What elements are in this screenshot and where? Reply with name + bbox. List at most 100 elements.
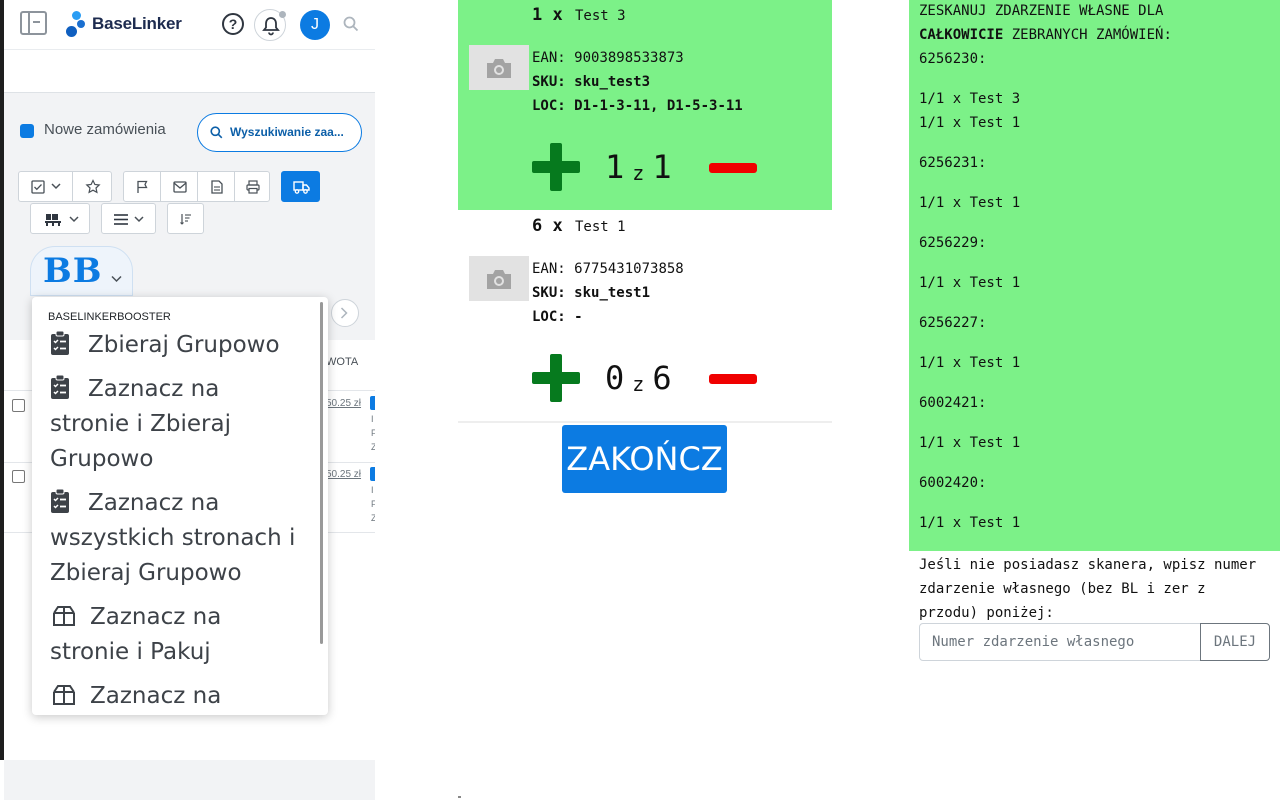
loc-value: - [574,309,583,325]
select-dropdown-button[interactable] [18,171,73,202]
order-status-filter-label[interactable]: Nowe zamówienia [44,121,166,138]
menu-item-label: Zaznacz na [90,683,222,709]
product-name: Test 3 [575,8,626,24]
bell-icon [262,17,280,36]
product-ean: EAN: 9003898533873 [532,50,684,66]
product-name: Test 1 [575,219,626,235]
total-count: 6 [652,359,672,397]
flag-button[interactable] [123,171,161,202]
sort-icon [180,214,191,225]
menu-item-select-page-group-pick[interactable]: Zaznacz na stronie i Zbieraj Grupowo [50,372,300,477]
picked-count: 1 [605,148,625,186]
print-button[interactable] [234,171,270,202]
box-open-icon [50,682,78,706]
envelope-icon [173,181,187,193]
row-mini-text: I [371,485,374,495]
minus-button[interactable] [709,374,757,384]
notification-dot [279,11,286,18]
menu-item-label: Zaznacz na wszystkich stronach i Zbieraj… [50,490,296,586]
document-icon [211,180,223,194]
favorite-button[interactable] [72,171,112,202]
row-checkbox[interactable] [12,470,25,483]
menu-item-select-all-group-pick[interactable]: Zaznacz na wszystkich stronach i Zbieraj… [50,486,300,591]
scroll-right-button[interactable] [331,299,359,327]
order-line: 1/1 x Test 1 [919,435,1021,451]
logo-icon [64,11,90,39]
order-id: 6256227: [919,315,987,331]
pallet-dropdown-button[interactable] [30,203,90,234]
order-id: 6002420: [919,475,987,491]
product-ean: EAN: 6775431073858 [532,261,684,277]
next-button[interactable]: DALEJ [1200,623,1270,661]
booster-dropdown-menu: BASELINKERBOOSTER Zbieraj Grupowo Zaznac… [32,297,328,715]
product-quantity: 6 x [532,216,563,236]
finish-button[interactable]: ZAKOŃCZ [562,425,727,493]
order-number-input[interactable] [919,623,1201,661]
scan-heading-line1: ZESKANUJ ZDARZENIE WŁASNE DLA [919,3,1164,19]
menu-item-select-all-pack[interactable]: Zaznacz na [50,679,300,714]
order-line: 1/1 x Test 1 [919,355,1021,371]
order-line: 1/1 x Test 1 [919,515,1021,531]
row-checkbox[interactable] [12,399,25,412]
plus-icon[interactable] [532,143,580,191]
clipboard-check-icon [50,374,72,399]
row-price: 50.25 zł [326,398,362,409]
order-id: 6002421: [919,395,987,411]
scan-heading-line2: CAŁKOWICIE ZEBRANYCH ZAMÓWIEŃ: [919,27,1172,43]
loc-label: LOC: [532,309,566,325]
page-footer-area [4,760,375,800]
avatar[interactable]: J [300,10,330,40]
sidebar-toggle-icon[interactable] [20,11,47,35]
total-count: 1 [652,148,672,186]
menu-item-label: Zbieraj Grupowo [88,332,280,358]
shipping-button[interactable] [281,171,320,202]
pick-counter: 0z6 [605,359,672,397]
row-mini-text: Z [371,513,375,523]
order-id: 6256231: [919,155,987,171]
document-button[interactable] [197,171,235,202]
search-icon [210,126,223,139]
product-photo [469,256,529,301]
menu-item-label: Zaznacz na stronie i Zbieraj Grupowo [50,376,231,472]
order-line: 1/1 x Test 1 [919,275,1021,291]
menu-item-group-pick[interactable]: Zbieraj Grupowo [50,328,300,363]
email-button[interactable] [160,171,198,202]
app-logo[interactable]: BaseLinker [64,11,184,39]
order-id: 6256229: [919,235,987,251]
camera-icon [487,270,511,289]
product-sku: SKU: sku_test3 [532,74,650,90]
order-search-button[interactable]: Wyszukiwanie zaa... [197,113,362,152]
list-dropdown-button[interactable] [101,203,156,234]
menu-item-select-page-pack[interactable]: Zaznacz na stronie i Pakuj [50,600,300,670]
truck-icon [293,181,310,194]
sku-value: sku_test1 [574,285,651,301]
baselinkerbooster-button[interactable]: BB [30,246,133,296]
new-orders-status-marker [20,124,34,138]
sku-value: sku_test3 [574,74,651,90]
help-icon[interactable]: ? [222,13,244,35]
plus-icon[interactable] [532,354,580,402]
product-divider [458,421,832,423]
sku-label: SKU: [532,285,566,301]
sub-bar [4,50,375,93]
printer-icon [246,180,260,194]
chevron-down-icon [51,183,61,190]
flag-icon [137,180,148,193]
row-status-tag [370,467,375,481]
baselinker-panel: BaseLinker ? J Nowe zamówienia Wyszukiwa… [0,0,375,800]
manual-entry-hint: Jeśli nie posiadasz skanera, wpisz numer… [919,557,1257,621]
order-search-label: Wyszukiwanie zaa... [230,125,344,139]
star-icon [85,179,101,194]
minus-button[interactable] [709,163,757,173]
row-status-tag [370,396,375,410]
clipboard-check-icon [50,488,72,513]
sort-button[interactable] [167,203,204,234]
scan-heading-rest: ZEBRANYCH ZAMÓWIEŃ: [1003,27,1172,43]
order-line: 1/1 x Test 1 [919,195,1021,211]
list-icon [114,214,128,225]
dropdown-scrollbar[interactable] [320,302,323,644]
order-id: 6256230: [919,51,987,67]
page-edge-mark [458,796,461,798]
search-icon[interactable] [343,16,359,32]
notifications-button[interactable] [254,9,286,41]
